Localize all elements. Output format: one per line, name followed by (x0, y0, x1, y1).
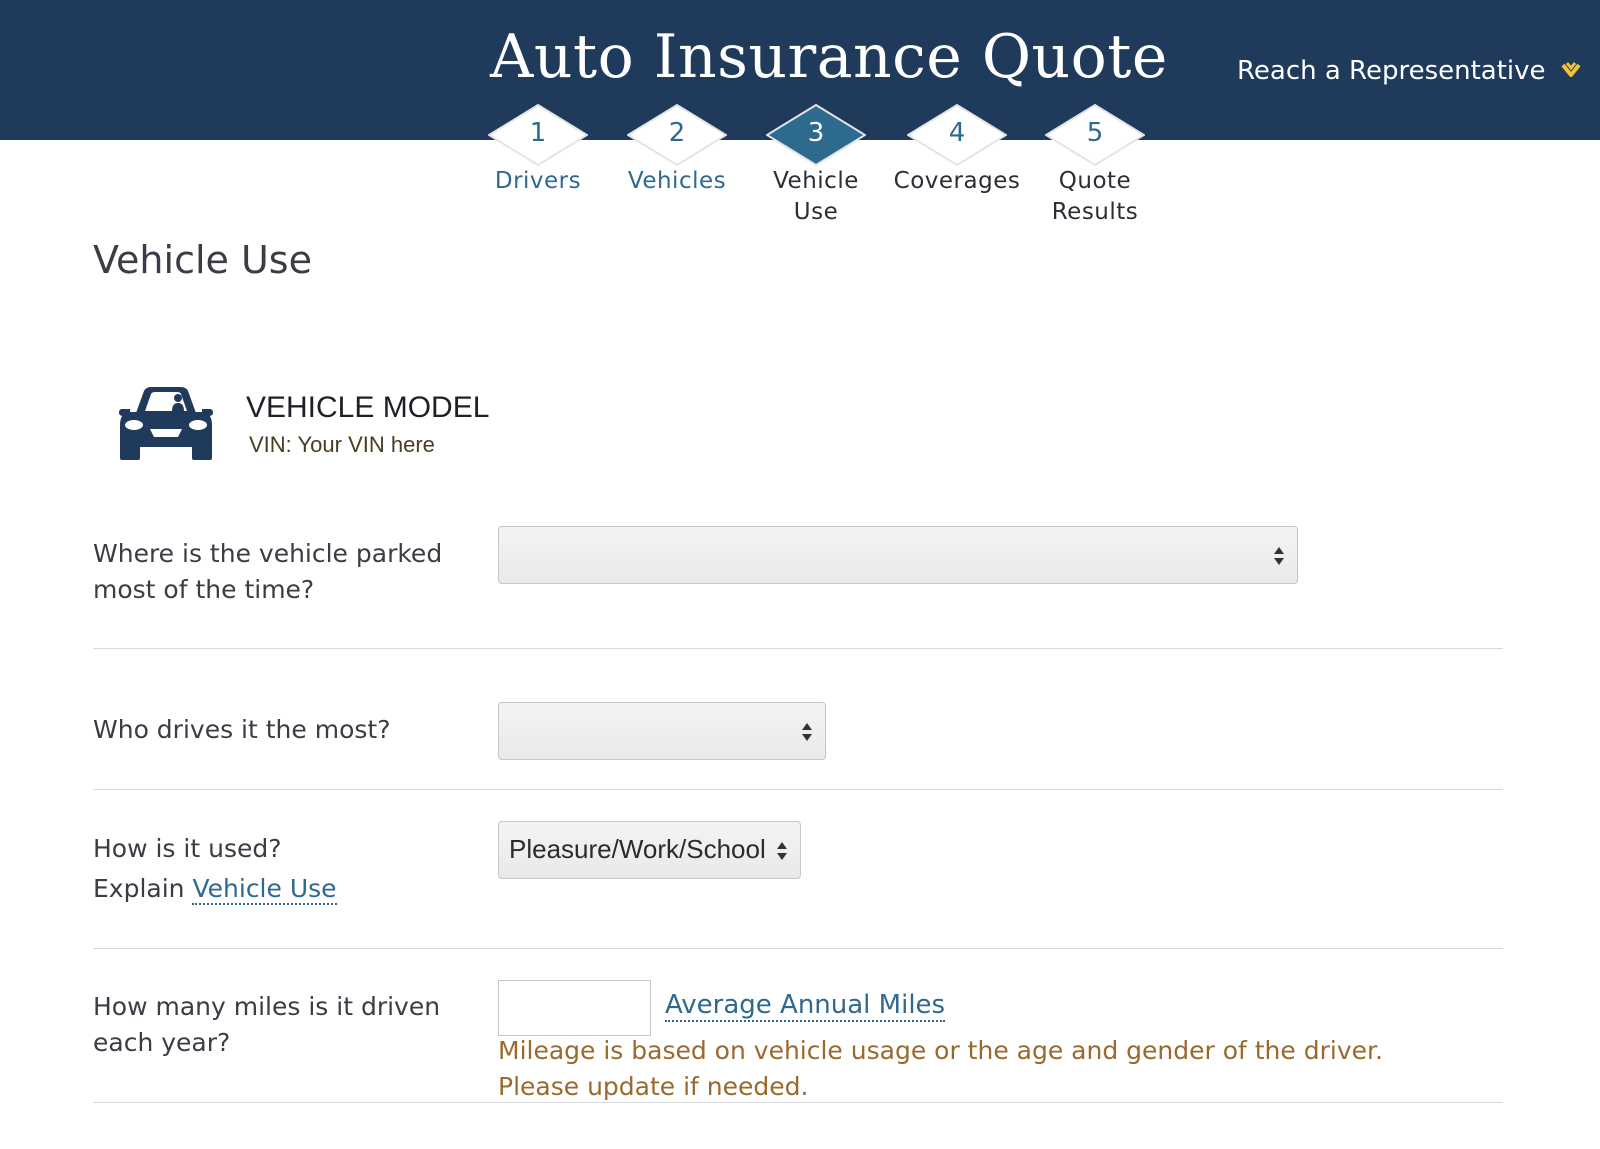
vehicle-use-explain-link[interactable]: Vehicle Use (192, 874, 337, 905)
vehicle-usage-select[interactable]: Pleasure/Work/School (498, 821, 801, 879)
step-number: 2 (668, 118, 686, 148)
step-number: 5 (1086, 118, 1104, 148)
step-label: Quote Results (1051, 168, 1139, 225)
step-label: Coverages (893, 168, 1021, 194)
step-coverages[interactable]: 4 Coverages (877, 104, 1037, 197)
step-label: Vehicles (627, 168, 727, 194)
primary-driver-select[interactable] (498, 702, 826, 760)
select-arrows-icon (1274, 547, 1284, 565)
average-annual-miles-link[interactable]: Average Annual Miles (665, 990, 946, 1022)
step-quote-results[interactable]: 5 Quote Results (1015, 104, 1175, 228)
explain-prefix: Explain (93, 874, 185, 903)
chevron-down-icon (1560, 62, 1581, 77)
vehicle-vin: VIN: Your VIN here (249, 432, 435, 457)
app-title: Auto Insurance Quote (490, 22, 1168, 92)
car-icon (119, 387, 213, 460)
divider (93, 948, 1503, 949)
step-vehicle-use[interactable]: 3 Vehicle Use (736, 104, 896, 228)
divider (93, 1102, 1503, 1103)
step-label: Vehicle Use (773, 168, 859, 225)
explain-usage-line: Explain Vehicle Use (93, 871, 453, 907)
divider (93, 648, 1503, 649)
usage-question-label: How is it used? (93, 834, 282, 863)
select-arrows-icon (802, 723, 812, 741)
reach-representative-label: Reach a Representative (1237, 56, 1546, 86)
select-arrows-icon (777, 842, 787, 860)
step-vehicles[interactable]: 2 Vehicles (597, 104, 757, 197)
vehicle-usage-value: Pleasure/Work/School (509, 834, 766, 864)
miles-question-label: How many miles is it driven each year? (93, 992, 441, 1057)
driver-question-label: Who drives it the most? (93, 715, 391, 744)
reach-representative-link[interactable]: Reach a Representative (1237, 56, 1582, 86)
step-number: 1 (529, 118, 547, 148)
divider (93, 789, 1503, 790)
step-label: Drivers (494, 168, 582, 194)
page-title: Vehicle Use (93, 238, 312, 282)
mileage-note: Mileage is based on vehicle usage or the… (498, 1036, 1383, 1101)
parked-location-select[interactable] (498, 526, 1298, 584)
step-drivers[interactable]: 1 Drivers (458, 104, 618, 197)
step-number: 3 (807, 118, 825, 148)
annual-miles-input[interactable] (498, 980, 651, 1036)
vehicle-model: VEHICLE MODEL (246, 391, 490, 424)
parked-question-label: Where is the vehicle parked most of the … (93, 539, 443, 604)
step-number: 4 (948, 118, 966, 148)
